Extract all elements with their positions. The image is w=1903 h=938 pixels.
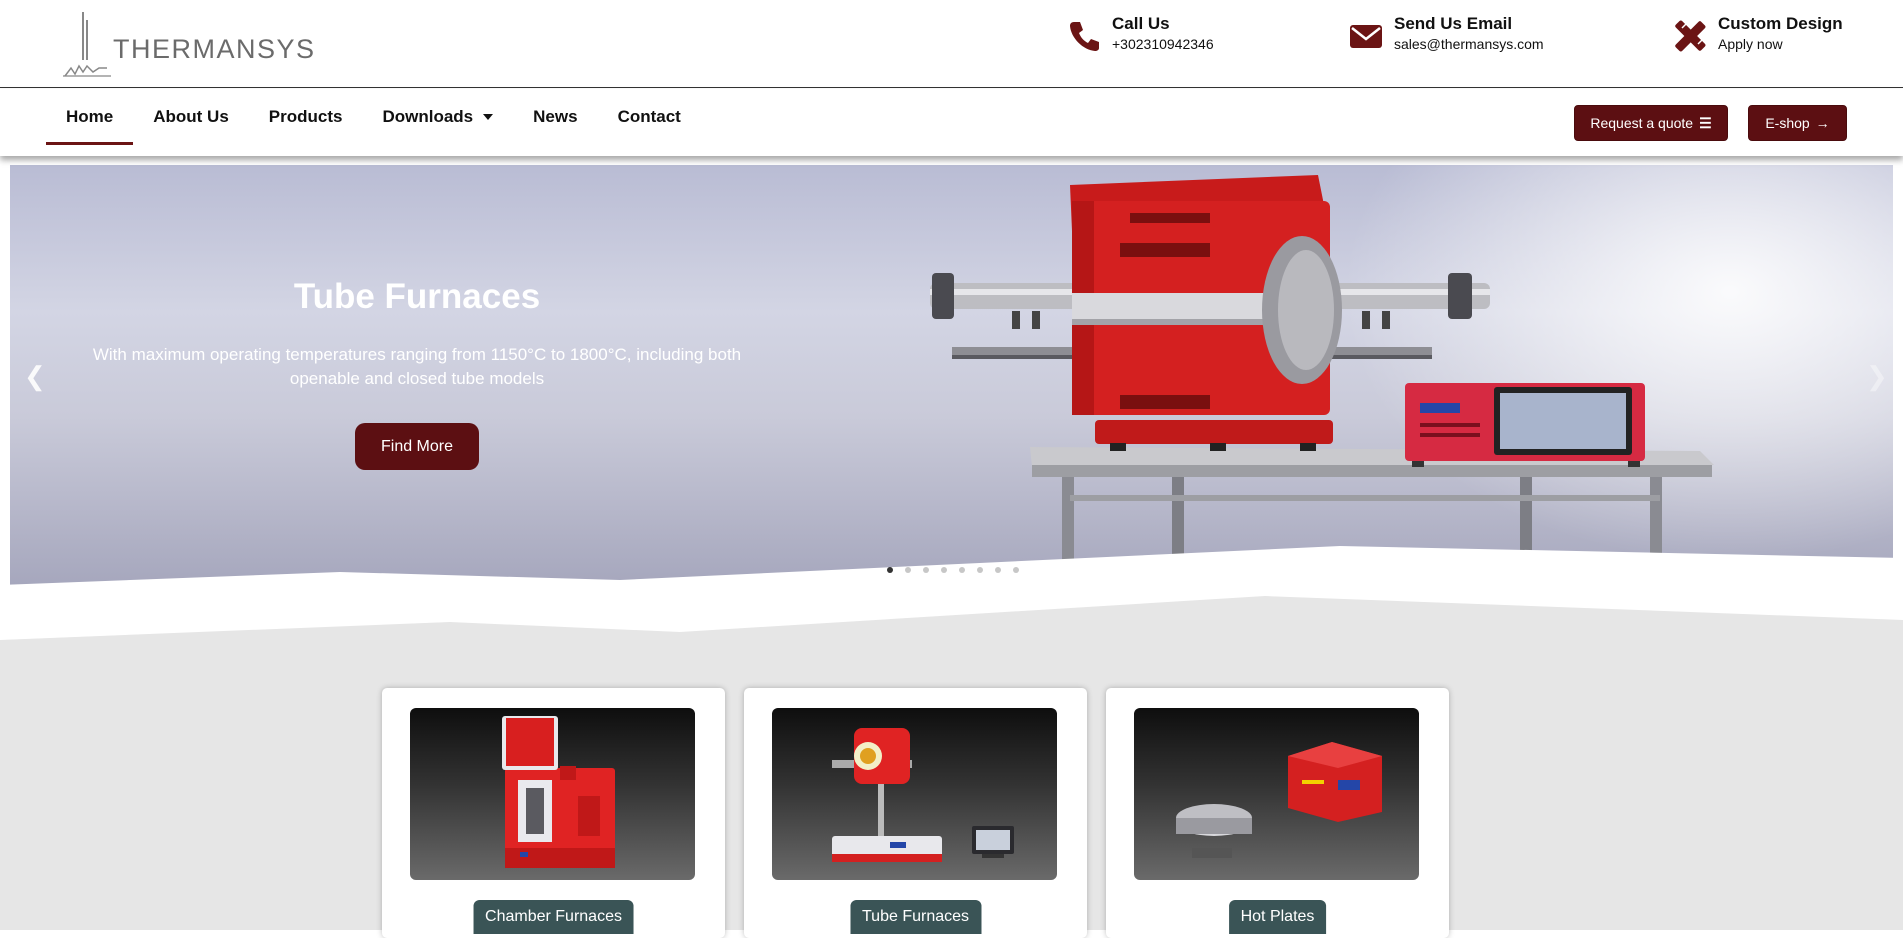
contact-call[interactable]: Call Us +302310942346 bbox=[1066, 14, 1214, 58]
hot-plate-image bbox=[1134, 708, 1419, 880]
nav-item-products[interactable]: Products bbox=[249, 89, 363, 145]
chevron-down-icon bbox=[483, 114, 494, 120]
card-label[interactable]: Hot Plates bbox=[1228, 900, 1327, 934]
hero-description: With maximum operating temperatures rang… bbox=[92, 345, 742, 388]
card-label[interactable]: Tube Furnaces bbox=[849, 900, 982, 934]
envelope-icon bbox=[1350, 25, 1382, 48]
chamber-furnace-image bbox=[410, 708, 695, 880]
wave-divider bbox=[0, 546, 1903, 650]
nav-label: Home bbox=[66, 107, 114, 126]
slider-dot[interactable] bbox=[1013, 567, 1019, 573]
hero-slider: Tube Furnaces With maximum operating tem… bbox=[10, 165, 1893, 585]
slider-pagination bbox=[887, 567, 1031, 573]
contact-custom-design[interactable]: Custom Design Apply now bbox=[1672, 14, 1843, 58]
nav-item-home[interactable]: Home bbox=[46, 89, 134, 145]
phone-icon bbox=[1070, 22, 1099, 51]
nav-item-contact[interactable]: Contact bbox=[598, 89, 701, 145]
nav-label: Products bbox=[268, 107, 343, 126]
slider-dot[interactable] bbox=[923, 567, 929, 573]
nav-label: Contact bbox=[617, 107, 681, 126]
email-title: Send Us Email bbox=[1394, 14, 1513, 33]
chevron-right-icon[interactable]: ❯ bbox=[1866, 361, 1888, 392]
product-card-hot-plates[interactable]: Hot Plates bbox=[1106, 688, 1449, 938]
nav-label: News bbox=[533, 107, 578, 126]
find-more-button[interactable]: Find More bbox=[355, 423, 479, 470]
design-title: Custom Design bbox=[1718, 14, 1843, 33]
nav-label: About Us bbox=[153, 107, 229, 126]
nav-item-downloads[interactable]: Downloads bbox=[362, 89, 513, 145]
top-header: THERMANSYS Call Us +302310942346 Send Us… bbox=[0, 0, 1903, 88]
chevron-left-icon[interactable]: ❮ bbox=[24, 361, 46, 392]
main-navbar: Home About Us Products Downloads News Co… bbox=[0, 89, 1903, 156]
logo-text: THERMANSYS bbox=[113, 34, 316, 64]
nav-label: Downloads bbox=[382, 107, 474, 126]
arrow-right-icon: → bbox=[1815, 115, 1830, 131]
eshop-label: E-shop bbox=[1765, 115, 1810, 131]
main-nav: Home About Us Products Downloads News Co… bbox=[46, 89, 701, 145]
slider-dot[interactable] bbox=[905, 567, 911, 573]
slider-dot[interactable] bbox=[887, 567, 893, 573]
hero-title: Tube Furnaces bbox=[293, 277, 541, 316]
email-address[interactable]: sales@thermansys.com bbox=[1394, 34, 1544, 54]
eshop-button[interactable]: E-shop → bbox=[1748, 105, 1847, 141]
design-tools-icon bbox=[1675, 20, 1706, 52]
call-number[interactable]: +302310942346 bbox=[1112, 34, 1214, 54]
slider-dot[interactable] bbox=[959, 567, 965, 573]
nav-item-news[interactable]: News bbox=[513, 89, 597, 145]
list-icon: ☰ bbox=[1699, 114, 1712, 131]
product-card-tube-furnaces[interactable]: Tube Furnaces bbox=[744, 688, 1087, 938]
logo[interactable]: THERMANSYS bbox=[63, 10, 325, 78]
product-card-chamber-furnaces[interactable]: Chamber Furnaces bbox=[382, 688, 725, 938]
slider-dot[interactable] bbox=[995, 567, 1001, 573]
nav-item-about-us[interactable]: About Us bbox=[133, 89, 249, 145]
slider-dot[interactable] bbox=[941, 567, 947, 573]
tube-furnace-card-image bbox=[772, 708, 1057, 880]
card-label[interactable]: Chamber Furnaces bbox=[473, 900, 634, 934]
slider-dot[interactable] bbox=[977, 567, 983, 573]
request-quote-label: Request a quote bbox=[1590, 115, 1694, 131]
call-title: Call Us bbox=[1112, 14, 1170, 33]
request-quote-button[interactable]: Request a quote ☰ bbox=[1574, 105, 1728, 141]
design-apply-link[interactable]: Apply now bbox=[1718, 34, 1843, 54]
contact-email[interactable]: Send Us Email sales@thermansys.com bbox=[1348, 14, 1544, 58]
